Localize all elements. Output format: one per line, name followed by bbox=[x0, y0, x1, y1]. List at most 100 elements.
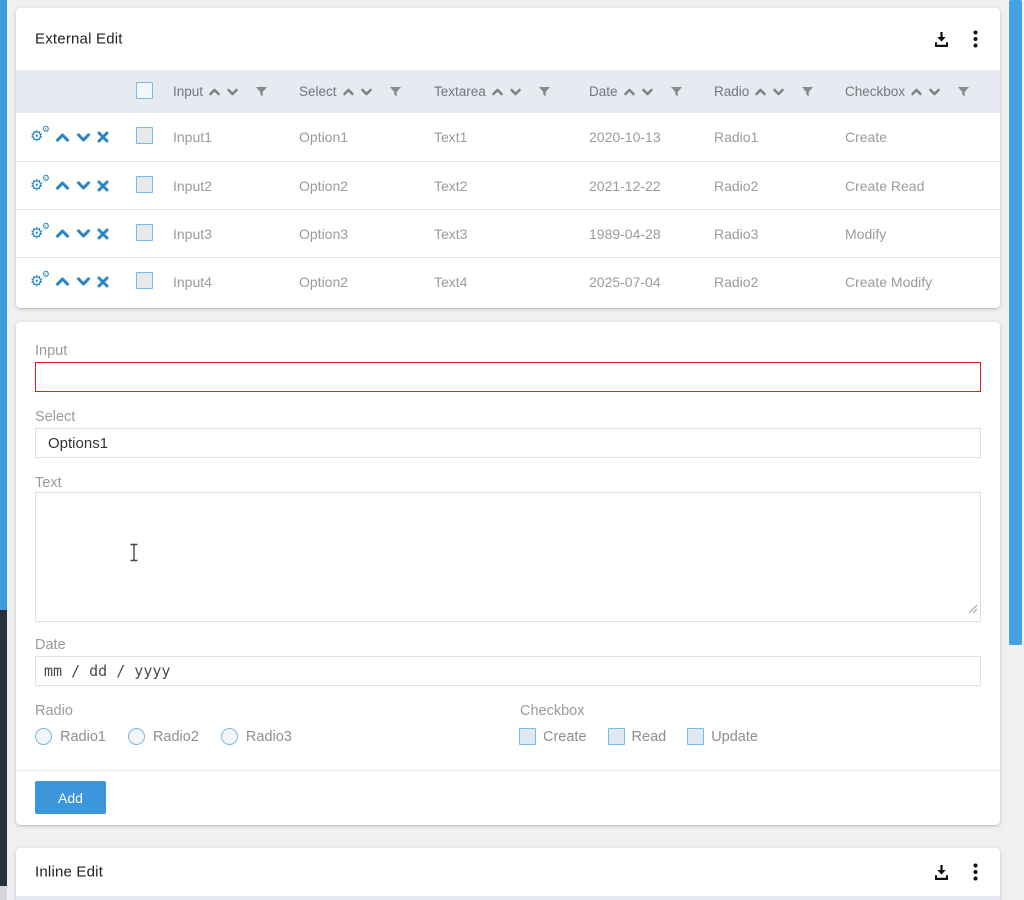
cell-textarea: Text4 bbox=[434, 274, 589, 290]
sort-desc-icon[interactable] bbox=[509, 87, 522, 97]
filter-icon[interactable] bbox=[802, 87, 813, 97]
sort-desc-icon[interactable] bbox=[772, 87, 785, 97]
radio-button[interactable] bbox=[128, 728, 145, 745]
sort-asc-icon[interactable] bbox=[910, 87, 923, 97]
inline-edit-card: Inline Edit bbox=[16, 848, 1000, 900]
select-value: Options1 bbox=[48, 435, 108, 452]
radio-button[interactable] bbox=[35, 728, 52, 745]
form-checkbox[interactable] bbox=[519, 728, 536, 745]
column-header-date: Date bbox=[589, 84, 714, 99]
radio-button[interactable] bbox=[221, 728, 238, 745]
cell-select: Option2 bbox=[299, 178, 434, 194]
settings-cogs-icon[interactable]: ⚙⚙ bbox=[30, 225, 49, 243]
sort-asc-icon[interactable] bbox=[342, 87, 355, 97]
move-up-icon[interactable] bbox=[55, 180, 70, 191]
sort-asc-icon[interactable] bbox=[491, 87, 504, 97]
divider bbox=[16, 770, 1000, 771]
filter-icon[interactable] bbox=[539, 87, 550, 97]
card-title: External Edit bbox=[35, 31, 123, 48]
sort-desc-icon[interactable] bbox=[928, 87, 941, 97]
cell-select: Option2 bbox=[299, 274, 434, 290]
settings-cogs-icon[interactable]: ⚙⚙ bbox=[30, 177, 49, 195]
filter-icon[interactable] bbox=[671, 87, 682, 97]
cell-checkbox: Create bbox=[845, 129, 1000, 145]
add-button[interactable]: Add bbox=[35, 781, 106, 814]
input-field[interactable] bbox=[35, 362, 981, 392]
download-icon[interactable] bbox=[930, 28, 952, 50]
cell-checkbox: Modify bbox=[845, 226, 1000, 242]
kebab-menu-icon[interactable] bbox=[964, 861, 986, 883]
scrollbar-thumb[interactable] bbox=[1009, 0, 1022, 645]
move-up-icon[interactable] bbox=[55, 276, 70, 287]
row-checkbox[interactable] bbox=[136, 272, 153, 289]
kebab-menu-icon[interactable] bbox=[964, 28, 986, 50]
left-strip-dark-segment bbox=[0, 610, 7, 886]
table-row: ⚙⚙ Input4 Option2 Text4 2025-07-04 Radio… bbox=[16, 257, 1000, 305]
filter-icon[interactable] bbox=[958, 87, 969, 97]
vertical-scrollbar[interactable] bbox=[1007, 0, 1024, 900]
date-placeholder: mm / dd / yyyy bbox=[44, 662, 170, 680]
left-strip-gray-segment bbox=[0, 886, 7, 900]
sort-asc-icon[interactable] bbox=[208, 87, 221, 97]
select-label: Select bbox=[35, 409, 75, 425]
radio-group: Radio1 Radio2 Radio3 bbox=[35, 728, 292, 745]
sort-desc-icon[interactable] bbox=[641, 87, 654, 97]
delete-x-icon[interactable] bbox=[97, 131, 109, 143]
move-down-icon[interactable] bbox=[76, 228, 91, 239]
move-up-icon[interactable] bbox=[55, 132, 70, 143]
delete-x-icon[interactable] bbox=[97, 180, 109, 192]
cell-radio: Radio2 bbox=[714, 178, 845, 194]
download-icon[interactable] bbox=[930, 861, 952, 883]
checkbox-option-label: Create bbox=[543, 729, 587, 745]
select-all-checkbox[interactable] bbox=[136, 82, 153, 99]
settings-cogs-icon[interactable]: ⚙⚙ bbox=[30, 128, 49, 146]
move-down-icon[interactable] bbox=[76, 276, 91, 287]
sort-asc-icon[interactable] bbox=[754, 87, 767, 97]
move-down-icon[interactable] bbox=[76, 180, 91, 191]
radio-option-label: Radio1 bbox=[60, 729, 106, 745]
table-row: ⚙⚙ Input1 Option1 Text1 2020-10-13 Radio… bbox=[16, 113, 1000, 161]
column-header-select: Select bbox=[299, 84, 434, 99]
add-form-card: Input Select Options1 Text Date mm / dd … bbox=[16, 322, 1000, 825]
date-label: Date bbox=[35, 637, 66, 653]
select-all-cell bbox=[120, 82, 173, 102]
table-row: ⚙⚙ Input2 Option2 Text2 2021-12-22 Radio… bbox=[16, 161, 1000, 209]
form-checkbox[interactable] bbox=[608, 728, 625, 745]
filter-icon[interactable] bbox=[390, 87, 401, 97]
cell-checkbox: Create Read bbox=[845, 178, 1000, 194]
row-actions: ⚙⚙ bbox=[16, 273, 120, 291]
cell-radio: Radio3 bbox=[714, 226, 845, 242]
settings-cogs-icon[interactable]: ⚙⚙ bbox=[30, 273, 49, 291]
cell-textarea: Text3 bbox=[434, 226, 589, 242]
sort-asc-icon[interactable] bbox=[623, 87, 636, 97]
filter-icon[interactable] bbox=[256, 87, 267, 97]
row-actions: ⚙⚙ bbox=[16, 225, 120, 243]
form-checkbox[interactable] bbox=[687, 728, 704, 745]
row-checkbox[interactable] bbox=[136, 224, 153, 241]
row-checkbox[interactable] bbox=[136, 127, 153, 144]
external-edit-card: External Edit Input Select Textarea bbox=[16, 8, 1000, 308]
date-field[interactable]: mm / dd / yyyy bbox=[35, 656, 981, 686]
external-edit-card-header: External Edit bbox=[16, 8, 1000, 70]
cell-radio: Radio1 bbox=[714, 129, 845, 145]
delete-x-icon[interactable] bbox=[97, 276, 109, 288]
cell-radio: Radio2 bbox=[714, 274, 845, 290]
move-down-icon[interactable] bbox=[76, 132, 91, 143]
sort-desc-icon[interactable] bbox=[226, 87, 239, 97]
row-checkbox[interactable] bbox=[136, 176, 153, 193]
select-field[interactable]: Options1 bbox=[35, 428, 981, 458]
move-up-icon[interactable] bbox=[55, 228, 70, 239]
cell-input: Input1 bbox=[173, 129, 299, 145]
cell-input: Input4 bbox=[173, 274, 299, 290]
checkbox-group-label: Checkbox bbox=[520, 703, 584, 719]
column-header-radio: Radio bbox=[714, 84, 845, 99]
sort-desc-icon[interactable] bbox=[360, 87, 373, 97]
resize-grip-icon[interactable] bbox=[967, 601, 978, 619]
row-actions: ⚙⚙ bbox=[16, 177, 120, 195]
radio-group-label: Radio bbox=[35, 703, 73, 719]
delete-x-icon[interactable] bbox=[97, 228, 109, 240]
textarea-field[interactable] bbox=[35, 492, 981, 622]
column-header-checkbox: Checkbox bbox=[845, 84, 1000, 99]
text-label: Text bbox=[35, 475, 62, 491]
cell-select: Option3 bbox=[299, 226, 434, 242]
